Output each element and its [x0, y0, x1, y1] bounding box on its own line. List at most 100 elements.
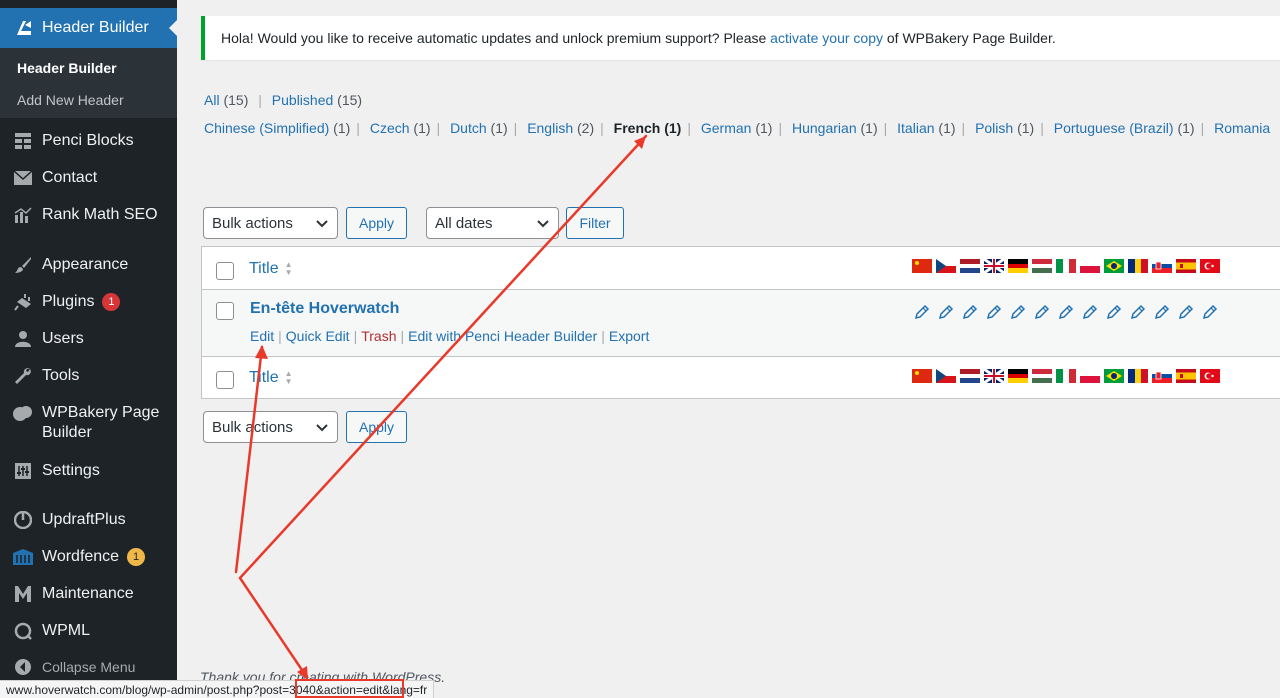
lang-filter-english[interactable]: English	[527, 120, 573, 136]
select-value: Bulk actions	[212, 418, 293, 436]
lang-filter-chinese[interactable]: Chinese (Simplified)	[204, 120, 329, 136]
flag-tr-icon[interactable]	[1200, 369, 1220, 383]
lang-filter-portuguese-brazil[interactable]: Portuguese (Brazil)	[1054, 120, 1174, 136]
bulk-actions-select-bottom[interactable]: Bulk actions	[203, 411, 338, 443]
sidebar-item-updraftplus[interactable]: UpdraftPlus	[0, 509, 177, 531]
row-checkbox[interactable]	[216, 302, 234, 320]
title-column-header[interactable]: Title ▲ ▼	[249, 260, 293, 278]
sidebar-item-settings[interactable]: Settings	[0, 460, 177, 482]
sidebar-item-wpbakery[interactable]: WPBakery Page Builder	[0, 403, 177, 445]
edit-translation-nl-pencil-icon[interactable]	[962, 304, 978, 320]
edit-translation-cs-pencil-icon[interactable]	[938, 304, 954, 320]
edit-translation-zh-pencil-icon[interactable]	[914, 304, 930, 320]
sidebar-item-label: Users	[42, 330, 84, 347]
lang-filter-czech[interactable]: Czech	[370, 120, 410, 136]
flag-zh-icon[interactable]	[912, 369, 932, 383]
bulk-actions-select-top[interactable]: Bulk actions	[203, 207, 338, 239]
flag-pt-br-icon[interactable]	[1104, 259, 1124, 273]
filter-button[interactable]: Filter	[566, 207, 624, 239]
sidebar-item-wordfence[interactable]: Wordfence 1	[0, 546, 177, 568]
quick-edit-link[interactable]: Quick Edit	[286, 328, 350, 344]
lang-filter-german[interactable]: German	[701, 120, 752, 136]
edit-translation-de-pencil-icon[interactable]	[1010, 304, 1026, 320]
edit-with-penci-link[interactable]: Edit with Penci Header Builder	[408, 328, 597, 344]
edit-link[interactable]: Edit	[250, 328, 274, 344]
wordfence-alert-badge: 1	[127, 548, 146, 566]
title-column-footer[interactable]: Title ▲ ▼	[249, 369, 293, 387]
sidebar-item-contact[interactable]: Contact	[0, 167, 177, 189]
filter-published[interactable]: Published	[272, 92, 334, 108]
sidebar-item-users[interactable]: Users	[0, 328, 177, 350]
apply-button-bottom[interactable]: Apply	[346, 411, 407, 443]
lang-filter-hungarian[interactable]: Hungarian	[792, 120, 857, 136]
trash-link[interactable]: Trash	[361, 328, 396, 344]
edit-translation-en-pencil-icon[interactable]	[986, 304, 1002, 320]
collapse-menu-button[interactable]: Collapse Menu	[0, 656, 177, 678]
sidebar-item-appearance[interactable]: Appearance	[0, 254, 177, 276]
flag-pt-br-icon[interactable]	[1104, 369, 1124, 383]
flag-sk-icon[interactable]	[1152, 259, 1172, 273]
date-filter-select[interactable]: All dates	[426, 207, 559, 239]
flag-hu-icon[interactable]	[1032, 369, 1052, 383]
edit-translation-es-pencil-icon[interactable]	[1178, 304, 1194, 320]
flag-sk-icon[interactable]	[1152, 369, 1172, 383]
sidebar-item-maintenance[interactable]: Maintenance	[0, 583, 177, 605]
flag-it-icon[interactable]	[1056, 259, 1076, 273]
flag-pl-icon[interactable]	[1080, 259, 1100, 273]
lang-separator: |	[513, 120, 518, 136]
chevron-down-icon	[316, 424, 328, 432]
edit-translation-pl-pencil-icon[interactable]	[1082, 304, 1098, 320]
edit-translation-pt-br-pencil-icon[interactable]	[1106, 304, 1122, 320]
flag-pl-icon[interactable]	[1080, 369, 1100, 383]
sidebar-item-wpml[interactable]: WPML	[0, 620, 177, 642]
flag-de-icon[interactable]	[1008, 259, 1028, 273]
flag-ro-icon[interactable]	[1128, 369, 1148, 383]
sidebar-item-label: Collapse Menu	[42, 659, 136, 675]
lang-filter-polish[interactable]: Polish	[975, 120, 1013, 136]
flag-es-icon[interactable]	[1176, 259, 1196, 273]
flag-ro-icon[interactable]	[1128, 259, 1148, 273]
sidebar-item-label: Wordfence	[42, 548, 120, 565]
flag-hu-icon[interactable]	[1032, 259, 1052, 273]
flag-cs-icon[interactable]	[936, 259, 956, 273]
activate-copy-link[interactable]: activate your copy	[770, 30, 883, 46]
lang-filter-dutch[interactable]: Dutch	[450, 120, 487, 136]
sidebar-item-label: Maintenance	[42, 585, 134, 602]
flag-de-icon[interactable]	[1008, 369, 1028, 383]
sidebar-item-rank-math[interactable]: Rank Math SEO	[0, 204, 177, 226]
edit-translation-tr-pencil-icon[interactable]	[1202, 304, 1218, 320]
submenu-add-new-header[interactable]: Add New Header	[17, 92, 124, 108]
edit-translation-sk-pencil-icon[interactable]	[1154, 304, 1170, 320]
lang-filter-italian[interactable]: Italian	[897, 120, 934, 136]
lang-filter-romanian[interactable]: Romania	[1214, 120, 1270, 136]
select-all-checkbox[interactable]	[216, 262, 234, 280]
mail-icon	[12, 168, 34, 188]
flag-en-icon[interactable]	[984, 259, 1004, 273]
sidebar-item-plugins[interactable]: Plugins 1	[0, 291, 177, 313]
flag-nl-icon[interactable]	[960, 259, 980, 273]
lang-separator: |	[687, 120, 691, 136]
row-title-link[interactable]: En-tête Hoverwatch	[250, 300, 399, 318]
admin-sidebar: Header Builder Header Builder Add New He…	[0, 0, 177, 698]
apply-button-top[interactable]: Apply	[346, 207, 407, 239]
wpml-icon	[12, 621, 34, 641]
edit-translation-it-pencil-icon[interactable]	[1058, 304, 1074, 320]
edit-translation-ro-pencil-icon[interactable]	[1130, 304, 1146, 320]
flag-zh-icon[interactable]	[912, 259, 932, 273]
export-link[interactable]: Export	[609, 328, 649, 344]
filter-all[interactable]: All	[204, 92, 220, 108]
sidebar-item-tools[interactable]: Tools	[0, 365, 177, 387]
sidebar-item-label: WPBakery Page Builder	[42, 403, 159, 443]
flag-es-icon[interactable]	[1176, 369, 1196, 383]
flag-cs-icon[interactable]	[936, 369, 956, 383]
flag-en-icon[interactable]	[984, 369, 1004, 383]
flag-tr-icon[interactable]	[1200, 259, 1220, 273]
flag-it-icon[interactable]	[1056, 369, 1076, 383]
sidebar-item-header-builder[interactable]: Header Builder	[0, 8, 177, 48]
submenu-header-builder[interactable]: Header Builder	[17, 60, 117, 76]
lang-count: (1)	[938, 120, 956, 136]
flag-nl-icon[interactable]	[960, 369, 980, 383]
select-all-checkbox-footer[interactable]	[216, 371, 234, 389]
edit-translation-hu-pencil-icon[interactable]	[1034, 304, 1050, 320]
sidebar-item-penci-blocks[interactable]: Penci Blocks	[0, 130, 177, 152]
